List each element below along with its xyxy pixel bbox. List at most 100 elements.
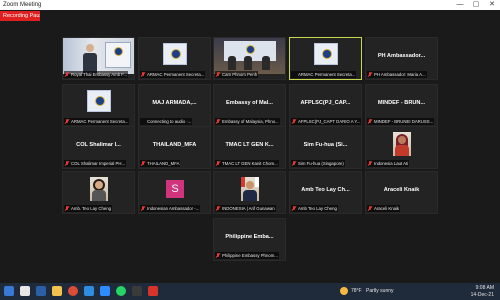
participant-tile[interactable]: Sim Fu-hua (Si... Sim Fu-hua (Singapore)	[289, 126, 362, 169]
participant-photo	[241, 177, 259, 201]
avatar: S	[166, 180, 184, 198]
participant-label-text: Indonesia Laut Ati	[374, 161, 409, 166]
participant-label-text: Araceli Knaik	[374, 206, 400, 211]
participant-photo	[393, 132, 411, 156]
participant-label: Connecting to audio ·...	[140, 118, 193, 125]
recording-status-badge[interactable]: Recording Paused	[0, 11, 40, 21]
chrome-icon[interactable]	[68, 286, 78, 296]
muted-mic-icon	[65, 161, 69, 166]
camera-feed	[63, 38, 134, 74]
emblem-icon	[171, 49, 181, 59]
asean-flag-image	[314, 43, 338, 65]
close-button[interactable]: ✕	[484, 0, 500, 10]
asean-flag-image	[87, 90, 111, 112]
muted-mic-icon	[292, 119, 296, 124]
participant-tile[interactable]: THAILAND_MFA THAILAND_MFA	[138, 126, 211, 169]
participant-label: Araceli Knaik	[367, 205, 401, 212]
participant-tile[interactable]: PH Ambassador... PH Ambassador: Maria A..…	[365, 37, 438, 80]
app-icon[interactable]	[132, 286, 142, 296]
participant-tile[interactable]: MINDEF - BRUN... MINDEF - BRUNEI DARUSS..…	[365, 84, 438, 127]
muted-mic-icon	[292, 161, 296, 166]
participant-name: Sim Fu-hua (Si...	[303, 142, 348, 148]
system-clock[interactable]: 9:08 AM 14-Dec-21	[462, 285, 494, 298]
muted-mic-icon	[141, 72, 145, 77]
search-icon[interactable]	[20, 286, 30, 296]
participant-label-text: Amb. Teo Lay Cheng	[71, 206, 112, 211]
participant-label: THAILAND_MFA	[140, 160, 181, 167]
participant-tile[interactable]: AFPLSC(PJ_CAP... AFPLSC(PJ_CAPT DARIO A Y…	[289, 84, 362, 127]
participant-tile[interactable]: ARMAC Permanent Secreta...	[62, 84, 135, 127]
participant-tile[interactable]: Araceli Knaik Araceli Knaik	[365, 171, 438, 214]
muted-mic-icon	[216, 72, 220, 77]
weather-temp[interactable]: 78°F	[351, 283, 362, 300]
participant-tile[interactable]: Indonesia Laut Ati	[365, 126, 438, 169]
muted-mic-icon	[65, 72, 69, 77]
participant-label-text: ARMAC Permanent Secreta...	[147, 72, 205, 77]
outlook-icon[interactable]	[36, 286, 46, 296]
participant-name: Embassy of Mal...	[226, 100, 273, 106]
participant-label: Amb Teo Lay Cheng	[291, 205, 338, 212]
maximize-button[interactable]: ▢	[468, 0, 484, 10]
participant-label: Sim Fu-hua (Singapore)	[291, 160, 345, 167]
participant-label-text: Embassy of Malaysia, Phno...	[222, 119, 279, 124]
participant-label-text: ARMAC Permanent Secreta...	[71, 119, 129, 124]
participant-tile[interactable]: COL Shalimar I... COL Shalimar Imperial P…	[62, 126, 135, 169]
zoom-meeting-window: Zoom Meeting — ▢ ✕ Recording Paused Roya…	[0, 0, 500, 283]
participant-tile[interactable]: Amb. Teo Lay Cheng	[62, 171, 135, 214]
participant-name: MAJ ARMADA,...	[152, 100, 197, 106]
zoom-icon[interactable]	[100, 286, 110, 296]
participant-tile[interactable]: Philippine Emba... Philippine Embassy Phn…	[213, 218, 286, 261]
participant-tile[interactable]: ARMAC Permanent Secreta...	[289, 37, 362, 80]
participant-label: AFPLSC(PJ_CAPT DARIO A Y...	[291, 118, 361, 125]
muted-mic-icon	[368, 119, 372, 124]
emblem-icon	[95, 96, 105, 106]
weather-icon	[340, 287, 348, 295]
participant-label-text: MINDEF - BRUNEI DARUSS...	[374, 119, 434, 124]
participant-tile[interactable]: TMAC LT GEN K... TMAC LT GEN Kanit Chom..…	[213, 126, 286, 169]
whatsapp-icon[interactable]	[116, 286, 126, 296]
participant-label-text: AFPLSC(PJ_CAPT DARIO A Y...	[298, 119, 361, 124]
participant-name: THAILAND_MFA	[152, 142, 197, 148]
participant-name: AFPLSC(PJ_CAP...	[300, 100, 351, 106]
participant-label-text: Sim Fu-hua (Singapore)	[298, 161, 344, 166]
participant-label: COL Shalimar Imperial PH...	[64, 160, 127, 167]
participant-label-text: TMAC LT GEN Kanit Chom...	[222, 161, 278, 166]
muted-mic-icon	[65, 119, 69, 124]
participant-tile[interactable]: Royal Thai Embassy Amb F...	[62, 37, 135, 80]
muted-mic-icon	[141, 161, 145, 166]
participant-label-text: Amb Teo Lay Cheng	[298, 206, 337, 211]
participant-tile[interactable]: MAJ ARMADA,... Connecting to audio ·...	[138, 84, 211, 127]
participant-name: PH Ambassador...	[377, 53, 426, 59]
weather-text[interactable]: Partly sunny	[366, 283, 394, 300]
asean-flag-image	[163, 43, 187, 65]
participant-tile[interactable]: Amb Teo Lay Ch... Amb Teo Lay Cheng	[289, 171, 362, 214]
participant-label: ARMAC Permanent Secreta...	[291, 71, 357, 78]
participant-label-text: Indonesian Ambassador -...	[147, 206, 200, 211]
participant-label-text: Cam Phnom Penh	[222, 72, 258, 77]
participant-label-text: INDONESIA | Arif Gunawan	[222, 206, 275, 211]
participant-label-text: THAILAND_MFA	[147, 161, 180, 166]
muted-mic-icon	[216, 119, 220, 124]
minimize-button[interactable]: —	[452, 0, 468, 10]
pdf-icon[interactable]	[148, 286, 158, 296]
camera-feed	[214, 38, 285, 74]
participant-label-text: Connecting to audio ·...	[147, 119, 192, 124]
participant-label-text: Philippine Embassy Phnom...	[222, 253, 278, 258]
participant-tile[interactable]: INDONESIA | Arif Gunawan	[213, 171, 286, 214]
telegram-icon[interactable]	[84, 286, 94, 296]
participant-label: Royal Thai Embassy Amb F...	[64, 71, 129, 78]
muted-mic-icon	[65, 206, 69, 211]
title-bar: Zoom Meeting — ▢ ✕	[0, 0, 500, 10]
file-explorer-icon[interactable]	[52, 286, 62, 296]
participant-label-text: COL Shalimar Imperial PH...	[71, 161, 126, 166]
participant-label: INDONESIA | Arif Gunawan	[215, 205, 276, 212]
window-title: Zoom Meeting	[3, 2, 42, 8]
participant-name: MINDEF - BRUN...	[377, 100, 426, 106]
participant-tile[interactable]: S Indonesian Ambassador -...	[138, 171, 211, 214]
muted-mic-icon	[216, 206, 220, 211]
participant-label: Cam Phnom Penh	[215, 71, 259, 78]
participant-tile[interactable]: ARMAC Permanent Secreta...	[138, 37, 211, 80]
participant-tile[interactable]: Embassy of Mal... Embassy of Malaysia, Ph…	[213, 84, 286, 127]
participant-tile[interactable]: Cam Phnom Penh	[213, 37, 286, 80]
start-icon[interactable]	[4, 286, 14, 296]
